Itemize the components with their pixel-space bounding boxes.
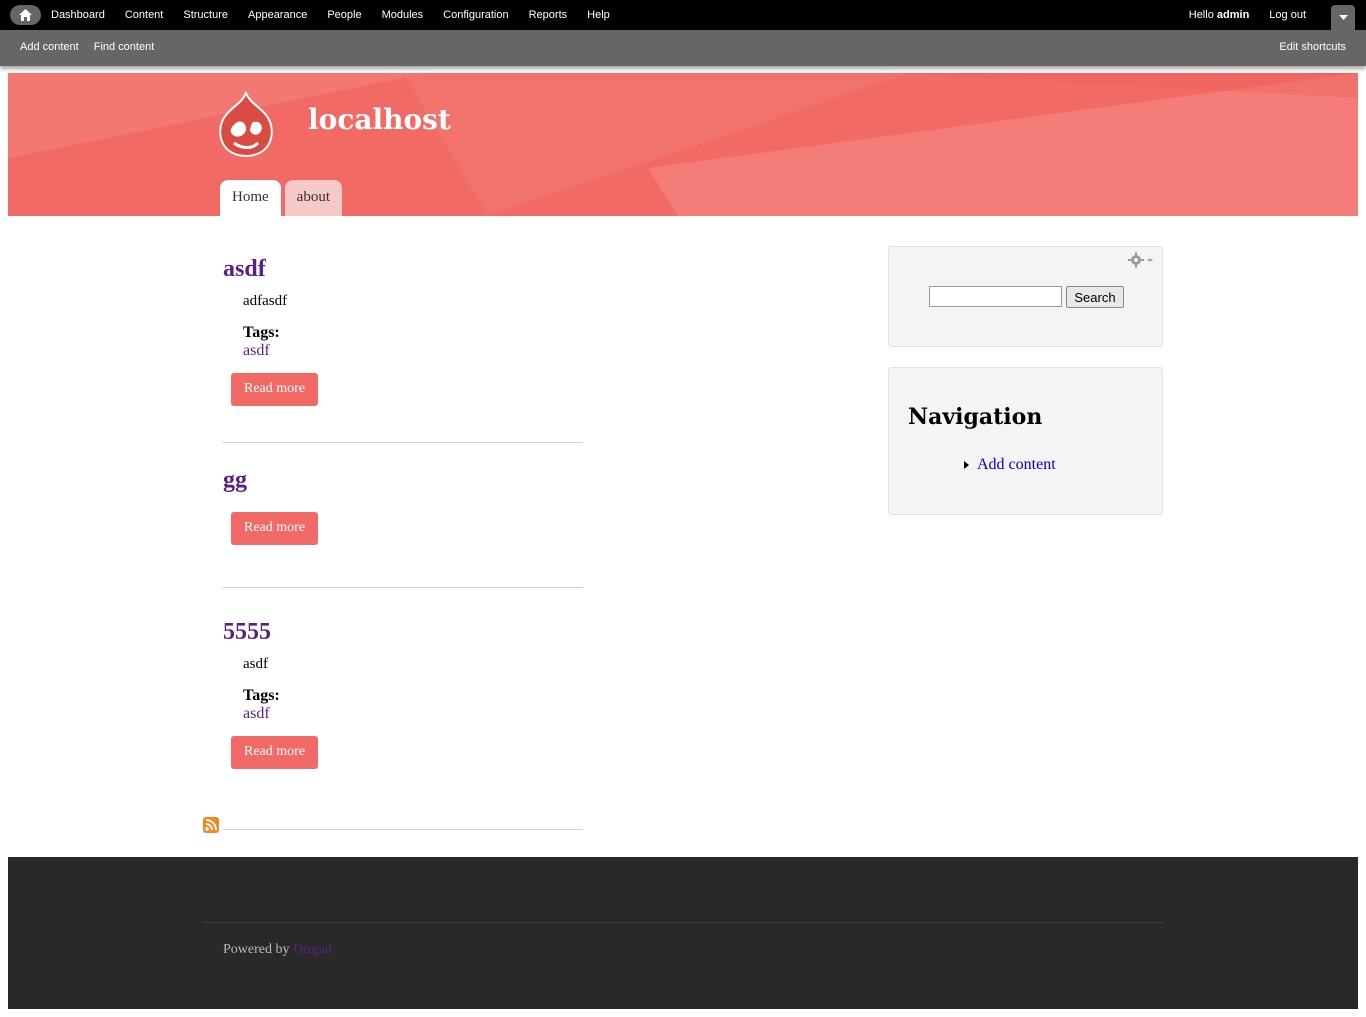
powered-by: Powered by Drupal bbox=[223, 942, 332, 957]
home-icon bbox=[19, 9, 32, 21]
tags-label: Tags: bbox=[243, 324, 280, 341]
shortcut-add-content[interactable]: Add content bbox=[20, 41, 79, 53]
toolbar-item-content[interactable]: Content bbox=[125, 0, 164, 30]
read-more-button[interactable]: Read more bbox=[231, 373, 319, 406]
footer-divider bbox=[203, 922, 1163, 923]
nav-link-add-content[interactable]: Add content bbox=[977, 456, 1056, 474]
shortcut-find-content[interactable]: Find content bbox=[94, 41, 155, 53]
tag-link[interactable]: asdf bbox=[243, 342, 583, 360]
site-name[interactable]: localhost bbox=[308, 103, 451, 136]
node-tags: Tags: asdf bbox=[243, 324, 583, 360]
tab-home[interactable]: Home bbox=[220, 180, 281, 216]
contextual-links-gear-icon[interactable] bbox=[1128, 252, 1154, 268]
node-tags: Tags: asdf bbox=[243, 687, 583, 723]
shortcuts-list: Add content Find content bbox=[20, 30, 169, 64]
user-greeting: Hello admin bbox=[1188, 9, 1250, 21]
site-footer: Powered by Drupal bbox=[8, 857, 1358, 1009]
drupal-drop-icon bbox=[219, 90, 273, 157]
node-title[interactable]: 5555 bbox=[223, 613, 583, 651]
node-title[interactable]: asdf bbox=[223, 250, 583, 288]
toolbar-item-people[interactable]: People bbox=[327, 0, 361, 30]
tab-about[interactable]: about bbox=[284, 180, 342, 216]
home-button[interactable] bbox=[10, 5, 41, 25]
node-body: asdf Tags: asdf bbox=[243, 656, 583, 723]
node-title[interactable]: gg bbox=[223, 461, 583, 499]
node-text: adfasdf bbox=[243, 293, 288, 309]
username[interactable]: admin bbox=[1217, 9, 1249, 21]
toolbar-item-modules[interactable]: Modules bbox=[382, 0, 424, 30]
admin-toolbar: Dashboard Content Structure Appearance P… bbox=[0, 0, 1366, 30]
node-body: adfasdf Tags: asdf bbox=[243, 293, 583, 360]
rss-feed-icon[interactable] bbox=[203, 817, 219, 833]
shortcuts-bar: Add content Find content Edit shortcuts bbox=[0, 30, 1366, 66]
drupal-link[interactable]: Drupal bbox=[293, 942, 332, 957]
toolbar-item-structure[interactable]: Structure bbox=[183, 0, 228, 30]
tag-link[interactable]: asdf bbox=[243, 705, 583, 723]
search-block: Search bbox=[888, 246, 1163, 347]
node-text: asdf bbox=[243, 656, 268, 672]
read-more-button[interactable]: Read more bbox=[231, 512, 319, 545]
toolbar-item-appearance[interactable]: Appearance bbox=[248, 0, 307, 30]
toolbar-item-help[interactable]: Help bbox=[587, 0, 610, 30]
article-node: gg Read more bbox=[223, 461, 583, 588]
search-button[interactable]: Search bbox=[1066, 286, 1124, 308]
edit-shortcuts-link[interactable]: Edit shortcuts bbox=[1279, 30, 1346, 64]
navigation-block: Navigation Add content bbox=[888, 367, 1163, 515]
chevron-down-icon bbox=[1338, 14, 1348, 20]
tags-label: Tags: bbox=[243, 687, 280, 704]
toolbar-drawer-toggle[interactable] bbox=[1331, 5, 1355, 30]
read-more-button[interactable]: Read more bbox=[231, 736, 319, 769]
site-header: localhost Home about bbox=[8, 73, 1358, 216]
toolbar-menu: Dashboard Content Structure Appearance P… bbox=[51, 0, 630, 30]
logout-link[interactable]: Log out bbox=[1269, 9, 1306, 21]
main-content: asdf adfasdf Tags: asdf Read more gg Rea… bbox=[223, 250, 583, 830]
nav-item-add-content: Add content bbox=[964, 456, 1056, 474]
caret-right-icon bbox=[964, 461, 969, 469]
article-node: 5555 asdf Tags: asdf Read more bbox=[223, 613, 583, 830]
drupal-logo[interactable] bbox=[216, 90, 276, 159]
toolbar-item-configuration[interactable]: Configuration bbox=[443, 0, 508, 30]
main-menu: Home about bbox=[220, 180, 346, 216]
toolbar-item-dashboard[interactable]: Dashboard bbox=[51, 0, 105, 30]
header-background-shapes bbox=[8, 73, 1358, 216]
toolbar-item-reports[interactable]: Reports bbox=[529, 0, 568, 30]
article-node: asdf adfasdf Tags: asdf Read more bbox=[223, 250, 583, 443]
navigation-title: Navigation bbox=[908, 404, 1043, 430]
toolbar-user: Hello admin Log out bbox=[1189, 0, 1306, 30]
search-input[interactable] bbox=[929, 286, 1062, 307]
